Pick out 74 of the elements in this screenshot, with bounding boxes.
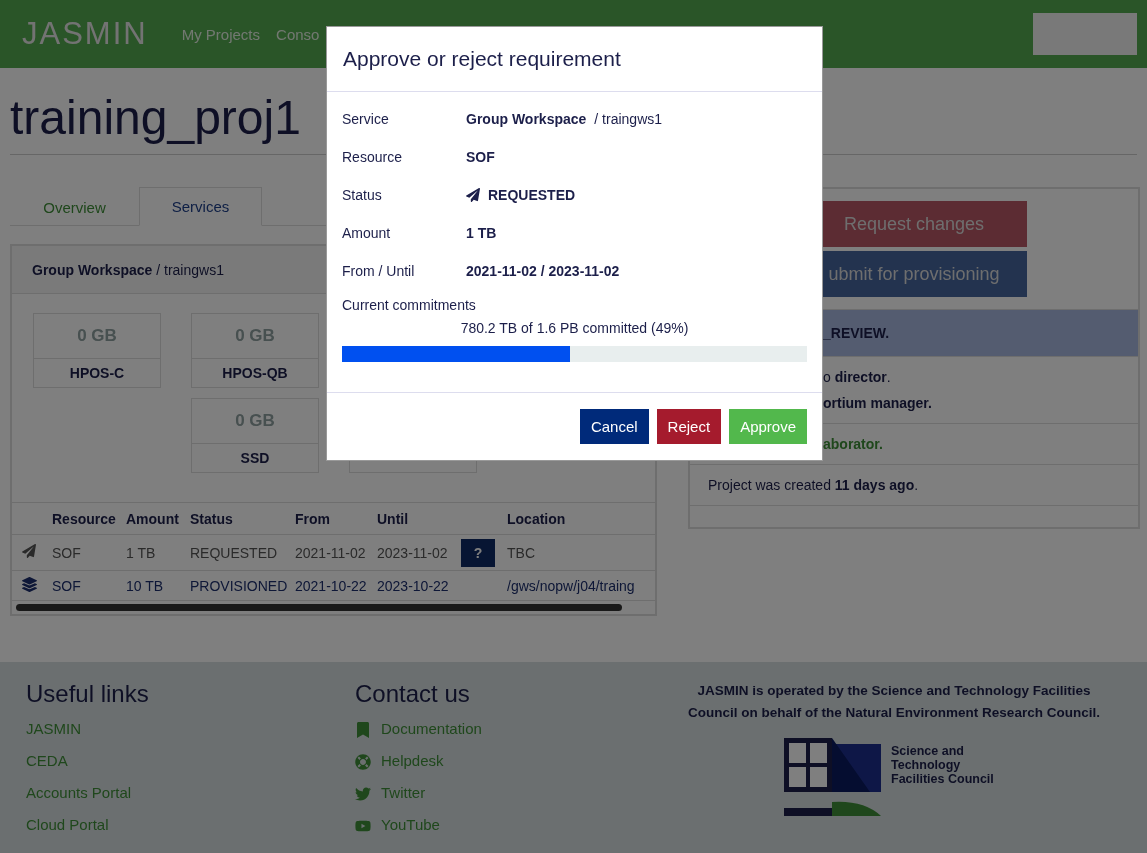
- panel-title: Group Workspace / traingws1: [32, 261, 224, 278]
- cancel-button[interactable]: Cancel: [579, 409, 649, 444]
- field-label: Status: [342, 187, 383, 203]
- storage-name: SSD: [192, 443, 318, 472]
- progress-caption: 780.2 TB of 1.6 PB committed (49%): [459, 320, 690, 336]
- bookmark-icon: [355, 722, 371, 738]
- footer-heading: Contact us: [355, 680, 471, 708]
- field-value: Group Workspace / traingws1: [466, 111, 664, 127]
- storage-amount: 0 GB: [76, 325, 118, 347]
- logo-caption: Science and Technology Facilities Council: [891, 744, 995, 786]
- paper-plane-icon: [466, 188, 480, 202]
- field-label: From / Until: [342, 263, 416, 279]
- storage-amount: 0 GB: [234, 410, 276, 432]
- field-label: Amount: [342, 225, 392, 241]
- notice-text: Project was created 11 days ago.: [708, 477, 920, 493]
- table-cell: 2023-11-02: [377, 544, 448, 561]
- column-header: Status: [190, 510, 233, 527]
- footer-link[interactable]: YouTube: [355, 816, 684, 848]
- page-title: training_proj1: [10, 90, 301, 146]
- footer-link[interactable]: Documentation: [355, 720, 684, 752]
- reject-button[interactable]: Reject: [656, 409, 722, 444]
- about-text: JASMIN is operated by the Science and Technology Facilities Council on behalf of the Natural Environment Research Council.: [687, 682, 1101, 722]
- notice-text: _REVIEW.: [823, 325, 891, 341]
- field-label: Service: [342, 111, 390, 127]
- scrollbar[interactable]: [16, 604, 622, 611]
- footer-link[interactable]: Helpdesk: [355, 752, 684, 784]
- table-cell: REQUESTED: [190, 544, 278, 561]
- column-header: Location: [507, 510, 566, 527]
- table-cell: SOF: [52, 577, 81, 594]
- table-cell: TBC: [507, 544, 535, 561]
- field-label: Current commitments: [342, 297, 476, 313]
- column-header: Resource: [52, 510, 116, 527]
- table-cell: 2023-10-22: [377, 577, 449, 594]
- notice-text: o director.: [823, 369, 892, 385]
- table-cell: 10 TB: [126, 577, 164, 594]
- twitter-icon: [355, 786, 371, 802]
- table-cell: 2021-10-22: [295, 577, 367, 594]
- footer-link[interactable]: Twitter: [355, 784, 684, 816]
- notice-text: aborator.: [823, 436, 884, 452]
- column-header: Until: [377, 510, 409, 527]
- approve-button[interactable]: Approve: [729, 409, 807, 444]
- table-cell: /gws/nopw/j04/traing: [507, 577, 635, 594]
- field-value: 1 TB: [466, 225, 498, 241]
- nav-link[interactable]: My Projects: [181, 25, 261, 43]
- table-cell: PROVISIONED: [190, 577, 288, 594]
- field-label: Resource: [342, 149, 403, 165]
- footer-link[interactable]: JASMIN: [26, 720, 355, 752]
- layers-icon: [22, 576, 37, 592]
- lifebuoy-icon: [355, 754, 371, 770]
- storage-amount: 0 GB: [234, 325, 276, 347]
- logo[interactable]: JASMIN: [22, 16, 148, 52]
- table-cell: 2021-11-02: [295, 544, 366, 561]
- footer-link[interactable]: CEDA: [26, 752, 355, 784]
- tab[interactable]: Services: [139, 187, 262, 226]
- paper-plane-icon: [22, 544, 36, 558]
- footer-link[interactable]: Cloud Portal: [26, 816, 355, 848]
- field-value: REQUESTED: [488, 187, 576, 203]
- storage-name: HPOS-QB: [192, 358, 318, 387]
- column-header: From: [295, 510, 330, 527]
- footer-heading: Useful links: [26, 680, 150, 708]
- tab[interactable]: Overview: [10, 187, 139, 226]
- modal-title: Approve or reject requirement: [343, 47, 621, 71]
- table-cell: 1 TB: [126, 544, 156, 561]
- field-value: SOF: [466, 149, 496, 165]
- account-button[interactable]: [1033, 13, 1137, 55]
- notice-text: ortium manager.: [823, 395, 933, 411]
- help-button[interactable]: ?: [461, 538, 495, 567]
- footer-link[interactable]: Accounts Portal: [26, 784, 355, 816]
- table-cell: SOF: [52, 544, 81, 561]
- storage-name: HPOS-C: [34, 358, 160, 387]
- nav-link[interactable]: Conso: [276, 25, 320, 43]
- column-header: Amount: [126, 510, 179, 527]
- field-value: 2021-11-02 / 2023-11-02: [466, 263, 621, 279]
- youtube-icon: [355, 818, 371, 834]
